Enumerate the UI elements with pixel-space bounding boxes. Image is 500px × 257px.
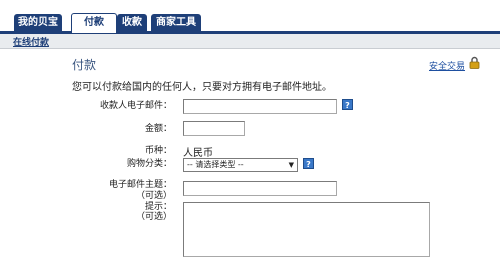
secure-transaction-link[interactable]: 安全交易	[429, 59, 465, 72]
category-help-icon[interactable]: ?	[303, 158, 314, 169]
currency-value: 人民币	[183, 148, 213, 159]
subject-optional: （可选）	[135, 191, 172, 201]
online-payment-link[interactable]: 在线付款	[13, 35, 49, 48]
category-select[interactable]: -- 请选择类型 -- ▼	[183, 158, 298, 172]
currency-label: 币种：	[144, 146, 172, 156]
page-title: 付款	[72, 58, 97, 72]
tab-receive[interactable]: 收款	[117, 14, 147, 31]
tab-pay[interactable]: 付款	[71, 13, 117, 33]
note-textarea[interactable]	[183, 202, 430, 257]
note-optional: （可选）	[135, 212, 172, 222]
amount-label: 金额：	[144, 124, 172, 134]
amount-input[interactable]	[183, 121, 245, 136]
sub-nav: 在线付款	[0, 34, 500, 49]
category-selected-value: -- 请选择类型 --	[187, 160, 244, 169]
subject-input[interactable]	[183, 181, 337, 196]
tab-merchant-tools[interactable]: 商家工具	[151, 14, 201, 31]
lock-icon	[469, 56, 480, 69]
recipient-email-label: 收款人电子邮件：	[99, 101, 172, 111]
top-nav: 我的贝宝 付款 收款 商家工具	[0, 0, 500, 34]
recipient-email-input[interactable]	[183, 99, 337, 114]
subject-label: 电子邮件主题：	[108, 180, 172, 190]
chevron-down-icon: ▼	[288, 161, 294, 169]
recipient-help-icon[interactable]: ?	[342, 99, 353, 110]
category-label: 购物分类：	[126, 159, 172, 169]
tab-my-paypal[interactable]: 我的贝宝	[14, 14, 62, 31]
intro-text: 您可以付款给国内的任何人，只要对方拥有电子邮件地址。	[72, 82, 332, 93]
